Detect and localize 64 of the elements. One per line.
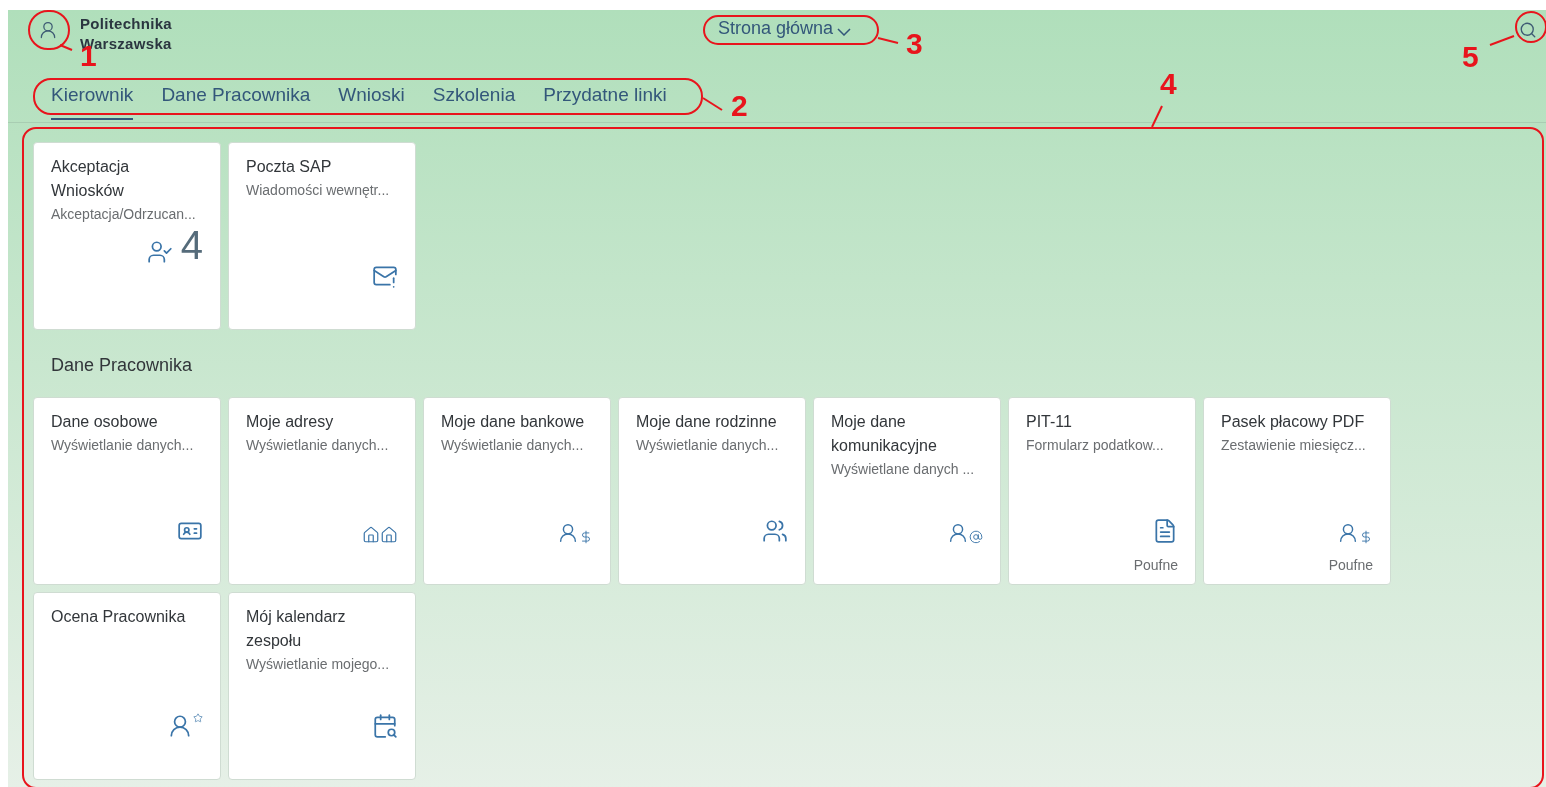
tile-subtitle: Wyświetlane danych ... xyxy=(831,460,976,479)
tab[interactable]: Przydatne linki xyxy=(543,82,667,120)
app-tile[interactable]: Moje dane komunikacyjne Wyświetlane danych ... xyxy=(813,397,1001,585)
annotation-outline xyxy=(1515,11,1546,43)
app-tile[interactable]: Mój kalendarz zespołu Wyświetlanie mojego... xyxy=(228,592,416,780)
app-tile[interactable]: Moje adresy Wyświetlanie danych... xyxy=(228,397,416,585)
tile-title: Ocena Pracownika xyxy=(51,607,187,627)
tile-title: Mój kalendarz zespołu xyxy=(246,607,347,651)
tile-footer: Poufne xyxy=(1133,555,1178,576)
user-star-icon xyxy=(167,713,203,739)
houses-icon xyxy=(362,526,398,544)
app-tile[interactable]: Dane osobowe Wyświetlanie danych... xyxy=(33,397,221,585)
tile-subtitle: Wyświetlanie danych... xyxy=(441,436,585,455)
annotation-number: 5 xyxy=(1462,41,1479,73)
tile-count: 4 xyxy=(180,225,203,265)
chevron-down-icon xyxy=(837,27,852,36)
user-dollar-icon xyxy=(557,522,593,544)
tile-title: Moje dane rodzinne xyxy=(636,412,778,432)
app-tile[interactable]: Moje dane bankowe Wyświetlanie danych... xyxy=(423,397,611,585)
tax-document-icon xyxy=(1152,518,1178,544)
group-title: Dane Pracownika xyxy=(50,354,194,377)
tile-title: Pasek płacowy PDF xyxy=(1221,412,1366,432)
annotation-number: 4 xyxy=(1160,68,1177,100)
leader-line xyxy=(1489,35,1515,46)
tab[interactable]: Kierownik xyxy=(51,82,134,120)
tile-subtitle: Wyświetlanie danych... xyxy=(636,436,780,455)
tab[interactable]: Dane Pracownika xyxy=(161,82,311,120)
tile-subtitle: Wiadomości wewnętr... xyxy=(246,181,391,200)
user-check-icon xyxy=(146,239,173,265)
leader-line xyxy=(1151,105,1163,128)
tile-subtitle: Akceptacja/Odrzucan... xyxy=(51,205,197,224)
tile-footer: Poufne xyxy=(1328,555,1373,576)
annotation-outline xyxy=(28,10,70,50)
tile-title: Akceptacja Wniosków xyxy=(51,157,131,201)
annotation-number: 3 xyxy=(906,28,923,60)
leader-line xyxy=(59,44,73,51)
app-tile[interactable]: Poczta SAP Wiadomości wewnętr... xyxy=(228,142,416,330)
tile-title: PIT-11 xyxy=(1026,412,1073,432)
leader-line xyxy=(702,97,723,111)
tile-subtitle: Formularz podatkow... xyxy=(1026,436,1165,455)
tile-subtitle: Wyświetlanie danych... xyxy=(51,436,195,455)
tile-subtitle: Zestawienie miesięcz... xyxy=(1221,436,1367,455)
app-tile[interactable]: Pasek płacowy PDF Zestawienie miesięcz... Poufne xyxy=(1203,397,1391,585)
user-dollar-icon xyxy=(1337,522,1373,544)
tab[interactable]: Wnioski xyxy=(338,82,405,120)
mail-alert-icon xyxy=(372,263,398,289)
calendar-search-icon xyxy=(372,713,398,739)
tile-subtitle: Wyświetlanie mojego... xyxy=(246,655,391,674)
annotation-number: 2 xyxy=(731,90,748,122)
tile-subtitle: Wyświetlanie danych... xyxy=(246,436,390,455)
tile-title: Dane osobowe xyxy=(51,412,159,432)
app-tile[interactable]: PIT-11 Formularz podatkow... Poufne xyxy=(1008,397,1196,585)
app-tile[interactable]: Akceptacja Wniosków Akceptacja/Odrzucan... 4 xyxy=(33,142,221,330)
tile-title: Poczta SAP xyxy=(246,157,333,177)
tile-title: Moje dane bankowe xyxy=(441,412,586,432)
tile-title: Moje dane komunikacyjne xyxy=(831,412,938,456)
tile-title: Moje adresy xyxy=(246,412,335,432)
tab[interactable]: Szkolenia xyxy=(432,82,516,120)
leader-line xyxy=(877,37,899,44)
page-title-menu[interactable]: Strona główna xyxy=(718,15,852,42)
users-icon xyxy=(762,518,788,544)
app-tile[interactable]: Moje dane rodzinne Wyświetlanie danych... xyxy=(618,397,806,585)
user-at-icon xyxy=(947,522,983,544)
app-tile[interactable]: Ocena Pracownika xyxy=(33,592,221,780)
